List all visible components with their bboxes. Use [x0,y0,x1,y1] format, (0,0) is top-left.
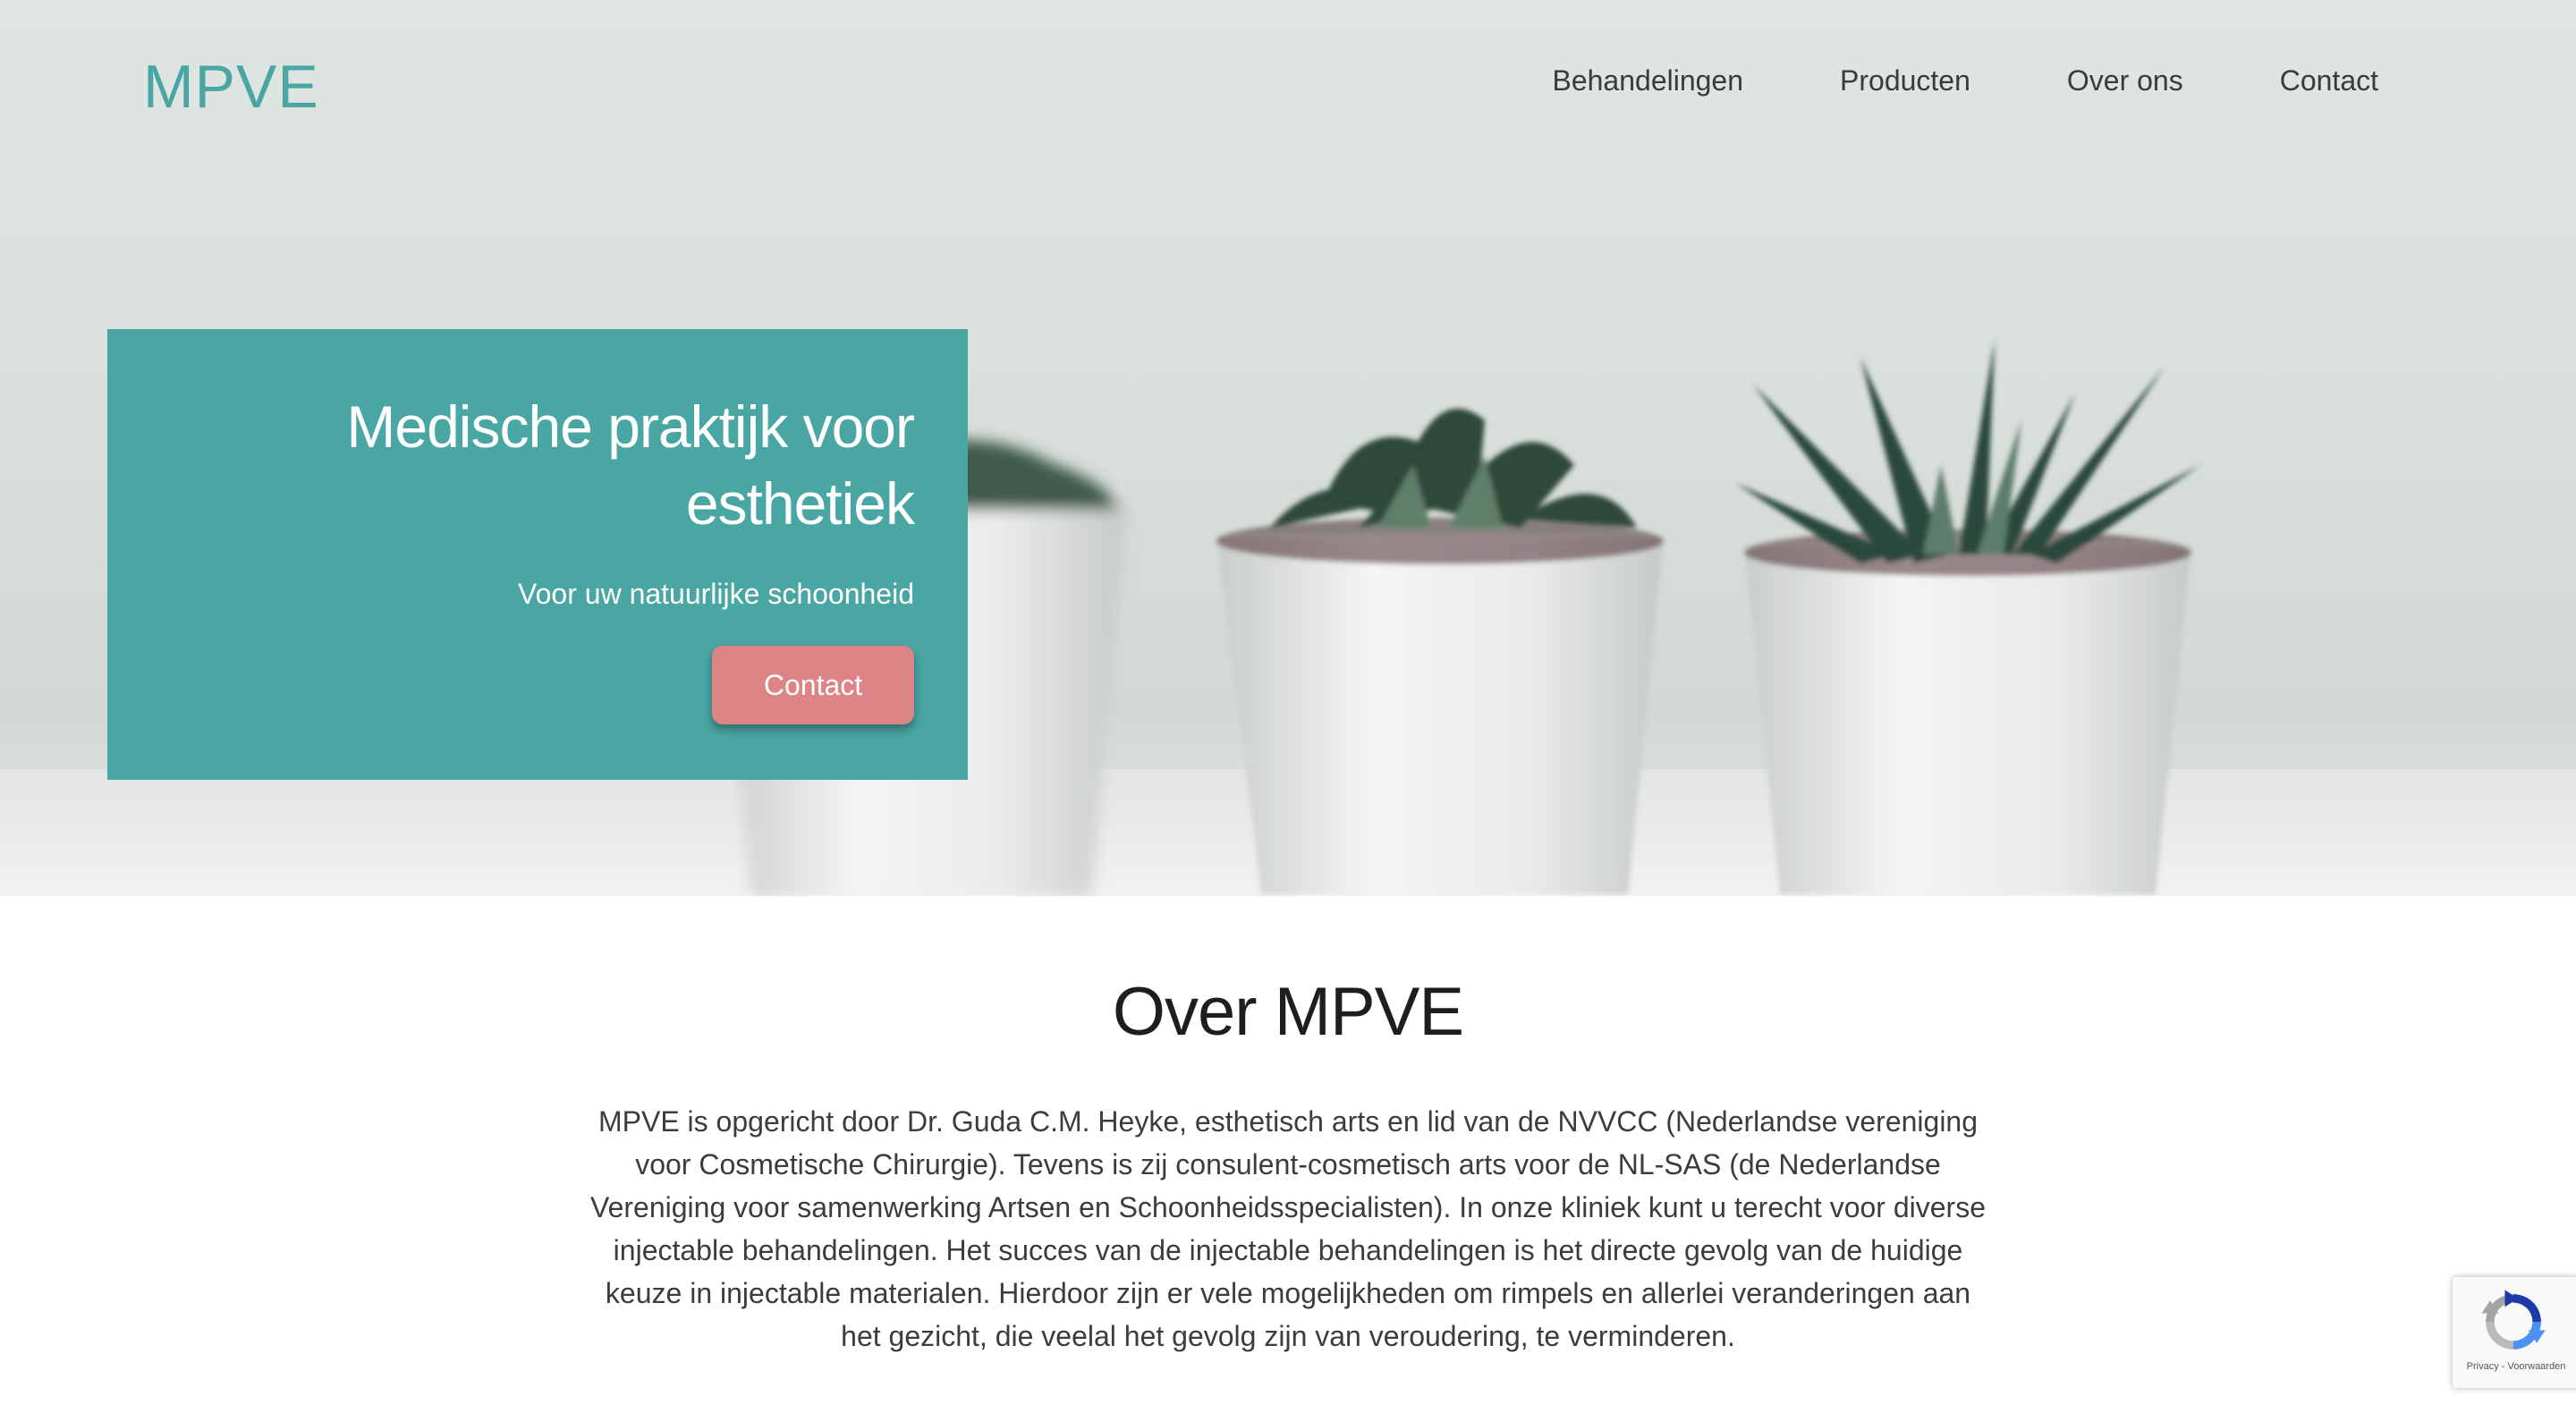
nav-link-behandelingen[interactable]: Behandelingen [1552,64,1743,97]
about-text: MPVE is opgericht door Dr. Guda C.M. Hey… [590,1105,1986,1352]
hero-title: Medische praktijk voor esthetiek [346,393,915,537]
nav-link-over-ons[interactable]: Over ons [2067,64,2183,97]
site-header: MPVE Behandelingen Producten Over ons Co… [0,0,2576,170]
hero-card: Medische praktijk voor esthetiek Voor uw… [107,329,968,780]
hero-subtitle: Voor uw natuurlijke schoonheid [518,578,914,610]
hero-section: MPVE Behandelingen Producten Over ons Co… [0,0,2576,896]
recaptcha-links[interactable]: Privacy - Voorwaarden [2453,1361,2576,1372]
about-section: Over MPVE MPVE is opgericht door Dr. Gud… [0,896,2576,1413]
nav-link-producten[interactable]: Producten [1840,64,1970,97]
recaptcha-badge[interactable]: Privacy - Voorwaarden [2453,1277,2576,1388]
recaptcha-icon [2481,1290,2546,1350]
site-logo[interactable]: MPVE [143,52,319,122]
main-nav: Behandelingen Producten Over ons Contact [1552,64,2378,97]
contact-button[interactable]: Contact [712,646,914,724]
nav-link-contact[interactable]: Contact [2280,64,2378,97]
about-title: Over MPVE [1112,974,1464,1050]
page: MPVE Behandelingen Producten Over ons Co… [0,0,2576,1413]
